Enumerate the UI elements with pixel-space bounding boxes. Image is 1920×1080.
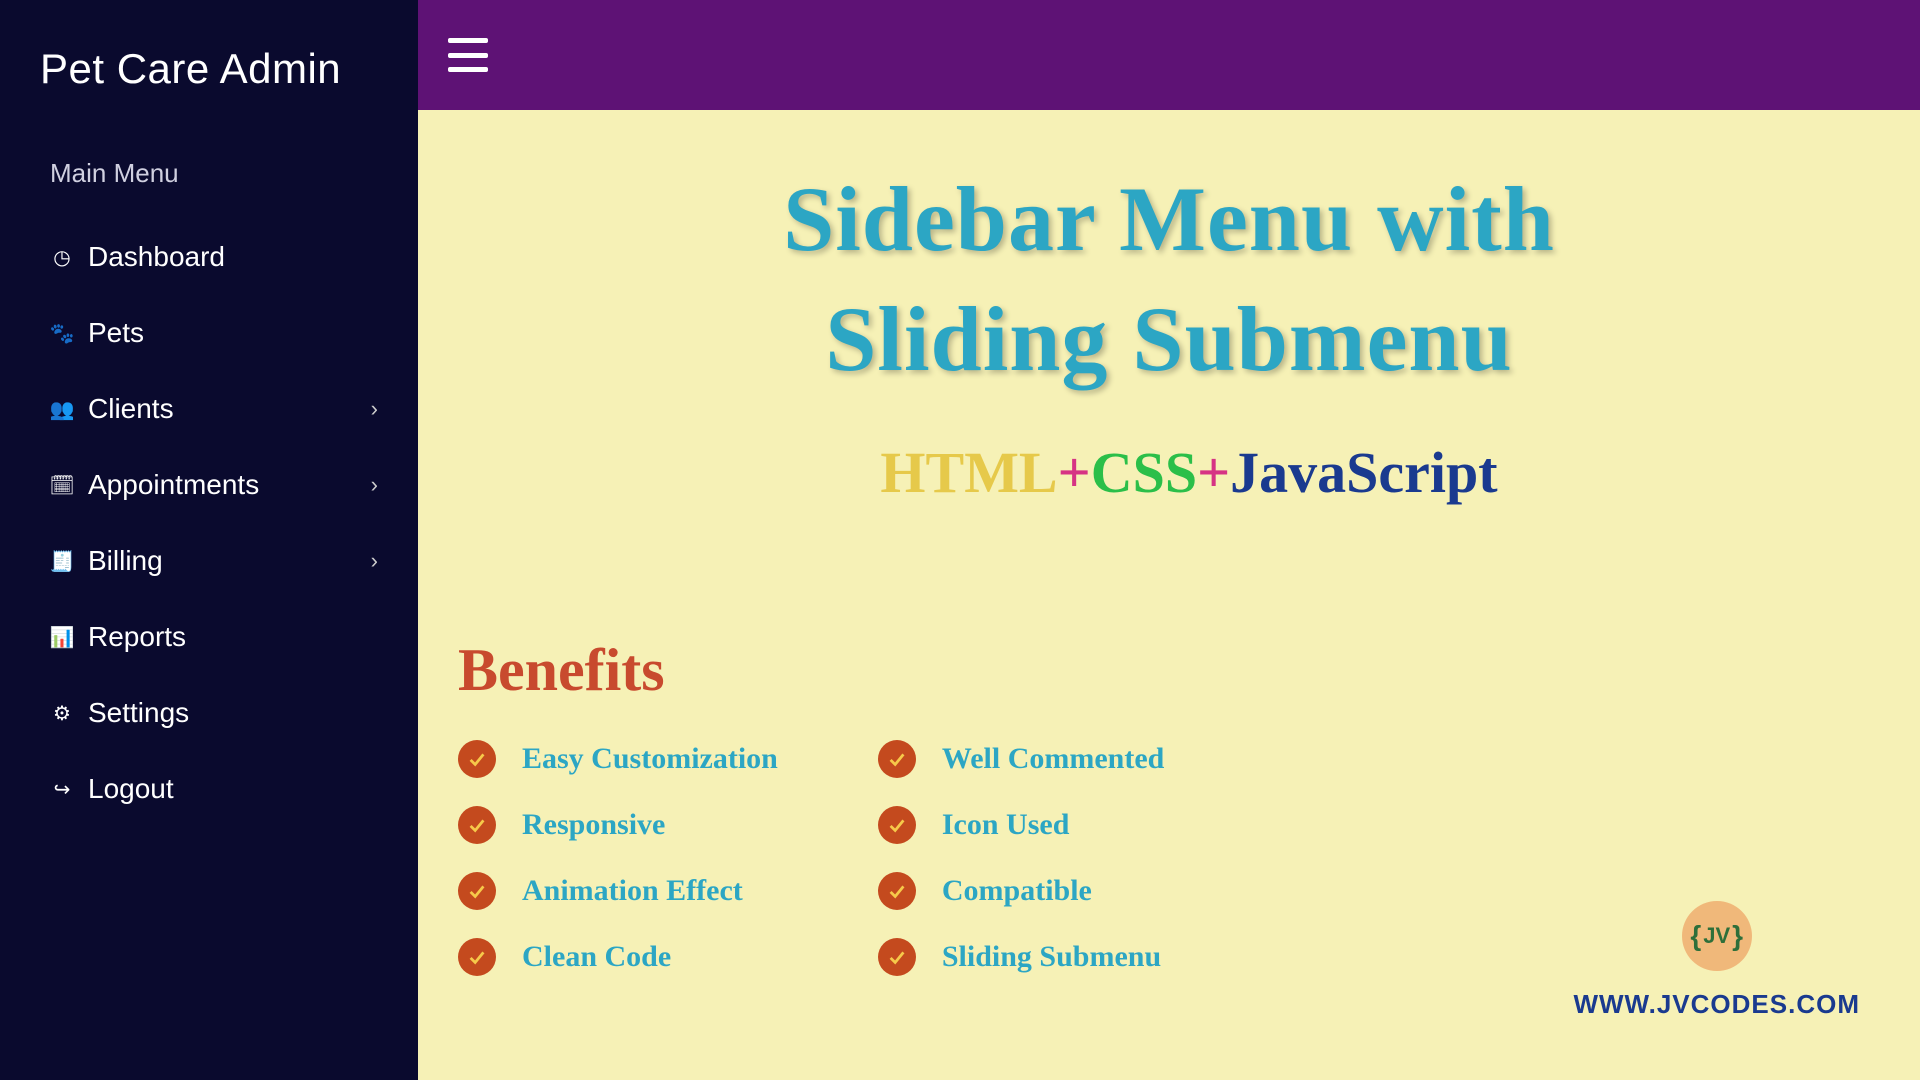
content-area: Sidebar Menu with Sliding Submenu HTML+C… xyxy=(418,110,1920,1080)
benefits-col-1: Easy Customization Responsive Animation Ef… xyxy=(458,740,778,976)
benefit-item: Well Commented xyxy=(878,740,1164,778)
benefit-item: Compatible xyxy=(878,872,1164,910)
benefit-item: Animation Effect xyxy=(458,872,778,910)
sidebar-item-appointments[interactable]: 🗓 Appointments› xyxy=(0,447,418,523)
brand-url: WWW.JVCODES.COM xyxy=(1573,989,1860,1020)
gear-icon: ⚙ xyxy=(50,701,74,726)
calendar-icon: 🗓 xyxy=(50,473,74,498)
tech-plus1: + xyxy=(1058,440,1091,505)
tech-plus2: + xyxy=(1197,440,1230,505)
tech-css: CSS xyxy=(1091,440,1197,505)
chevron-right-icon: › xyxy=(371,396,378,422)
sidebar: Pet Care Admin Main Menu ◷ Dashboard 🐾 Pets… xyxy=(0,0,418,1080)
app-title: Pet Care Admin xyxy=(0,20,418,143)
sidebar-item-billing[interactable]: 🧾 Billing› xyxy=(0,523,418,599)
sidebar-item-reports[interactable]: 📊 Reports xyxy=(0,599,418,675)
sidebar-item-label: Logout xyxy=(88,773,378,805)
sidebar-item-label: Billing xyxy=(88,545,371,577)
check-icon xyxy=(878,740,916,778)
check-icon xyxy=(458,806,496,844)
sidebar-item-label: Reports xyxy=(88,621,378,653)
benefit-label: Compatible xyxy=(942,874,1092,908)
main-area: Sidebar Menu with Sliding Submenu HTML+C… xyxy=(418,0,1920,1080)
gauge-icon: ◷ xyxy=(50,245,74,270)
paw-icon: 🐾 xyxy=(50,321,74,346)
logout-icon: ↪ xyxy=(50,777,74,802)
benefits-title: Benefits xyxy=(458,636,1900,705)
sidebar-item-label: Pets xyxy=(88,317,378,349)
file-icon: 🧾 xyxy=(50,549,74,574)
check-icon xyxy=(458,938,496,976)
benefit-item: Icon Used xyxy=(878,806,1164,844)
benefit-item: Sliding Submenu xyxy=(878,938,1164,976)
chart-icon: 📊 xyxy=(50,625,74,650)
benefit-label: Icon Used xyxy=(942,808,1070,842)
tech-js: JavaScript xyxy=(1230,440,1497,505)
people-icon: 👥 xyxy=(50,397,74,422)
check-icon xyxy=(458,740,496,778)
benefit-label: Clean Code xyxy=(522,940,671,974)
hamburger-icon[interactable] xyxy=(448,38,488,72)
tech-html: HTML xyxy=(880,440,1057,505)
benefit-item: Responsive xyxy=(458,806,778,844)
hero-line1: Sidebar Menu with xyxy=(783,168,1555,270)
check-icon xyxy=(878,872,916,910)
sidebar-item-logout[interactable]: ↪ Logout xyxy=(0,751,418,827)
menu-section-header: Main Menu xyxy=(0,143,418,219)
benefits-col-2: Well Commented Icon Used Compatible Sliding… xyxy=(878,740,1164,976)
main-menu: ◷Dashboard🐾Pets👥Clients›🗓Appointments›🧾B… xyxy=(0,219,418,827)
benefit-label: Animation Effect xyxy=(522,874,743,908)
topbar xyxy=(418,0,1920,110)
brand-logo-icon: JV xyxy=(1682,901,1752,971)
brand-corner: JV WWW.JVCODES.COM xyxy=(1573,901,1860,1020)
benefit-item: Clean Code xyxy=(458,938,778,976)
benefit-label: Well Commented xyxy=(942,742,1164,776)
chevron-right-icon: › xyxy=(371,472,378,498)
benefit-label: Easy Customization xyxy=(522,742,778,776)
benefit-item: Easy Customization xyxy=(458,740,778,778)
chevron-right-icon: › xyxy=(371,548,378,574)
sidebar-item-label: Settings xyxy=(88,697,378,729)
check-icon xyxy=(458,872,496,910)
check-icon xyxy=(878,806,916,844)
sidebar-item-dashboard[interactable]: ◷ Dashboard xyxy=(0,219,418,295)
sidebar-item-clients[interactable]: 👥 Clients› xyxy=(0,371,418,447)
hero-line2: Sliding Submenu xyxy=(825,288,1512,390)
check-icon xyxy=(878,938,916,976)
sidebar-item-label: Clients xyxy=(88,393,371,425)
benefit-label: Sliding Submenu xyxy=(942,940,1161,974)
brand-logo-text: JV xyxy=(1703,923,1730,949)
benefit-label: Responsive xyxy=(522,808,665,842)
hero-title: Sidebar Menu with Sliding Submenu xyxy=(438,160,1900,399)
sidebar-item-settings[interactable]: ⚙ Settings xyxy=(0,675,418,751)
sidebar-item-label: Appointments xyxy=(88,469,371,501)
sidebar-item-label: Dashboard xyxy=(88,241,378,273)
sidebar-item-pets[interactable]: 🐾 Pets xyxy=(0,295,418,371)
tech-line: HTML+CSS+JavaScript xyxy=(478,439,1900,506)
